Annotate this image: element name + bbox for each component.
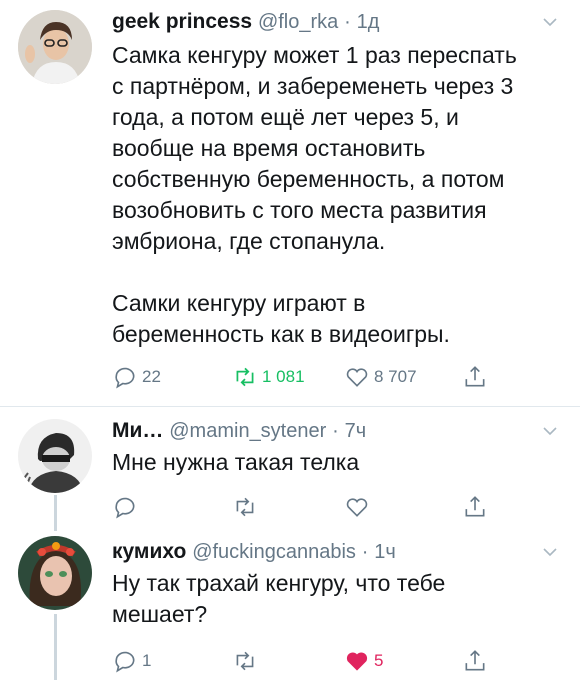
avatar[interactable] bbox=[18, 419, 92, 493]
reply-icon bbox=[115, 651, 135, 673]
tweet-header: кумихо @fuckingcannabis · 1ч bbox=[112, 540, 396, 563]
chevron-down-icon[interactable] bbox=[542, 423, 558, 439]
retweet-button[interactable] bbox=[232, 646, 262, 676]
avatar[interactable] bbox=[18, 536, 92, 610]
reply-button[interactable] bbox=[112, 492, 142, 522]
handle[interactable]: @flo_rka bbox=[258, 11, 338, 33]
avatar-image bbox=[18, 419, 92, 493]
retweet-button[interactable] bbox=[232, 492, 262, 522]
timestamp[interactable]: 1ч bbox=[374, 541, 396, 563]
share-icon bbox=[465, 496, 485, 517]
heart-icon bbox=[346, 368, 368, 387]
display-name[interactable]: Ми… bbox=[112, 419, 163, 442]
heart-icon bbox=[346, 498, 368, 517]
tweet-text: Ну так трахай кенгуру, что тебе мешает? bbox=[112, 570, 446, 627]
tweet-actions: 1 5 bbox=[112, 646, 540, 676]
handle[interactable]: @mamin_sytener bbox=[169, 420, 326, 442]
like-button[interactable] bbox=[344, 492, 374, 522]
reply-icon bbox=[115, 497, 135, 519]
avatar-image bbox=[18, 536, 92, 610]
share-button[interactable] bbox=[462, 362, 492, 392]
tweet-actions bbox=[112, 492, 540, 522]
chevron-down-icon[interactable] bbox=[542, 14, 558, 30]
share-icon bbox=[465, 650, 485, 671]
retweet-icon bbox=[236, 651, 254, 671]
retweet-icon bbox=[236, 497, 254, 517]
tweet-text: Самка кенгуру может 1 раз переспать с па… bbox=[112, 42, 517, 347]
share-button[interactable] bbox=[462, 492, 492, 522]
tweet-actions: 22 1 081 8 707 bbox=[112, 362, 540, 392]
thread-line bbox=[54, 495, 57, 531]
chevron-down-icon[interactable] bbox=[542, 544, 558, 560]
thread-line bbox=[54, 614, 57, 680]
reply-icon bbox=[115, 367, 135, 389]
tweet-header: geek princess @flo_rka · 1д bbox=[112, 10, 380, 33]
retweet-icon bbox=[236, 367, 254, 387]
retweet-count: 1 081 bbox=[262, 367, 305, 386]
tweet-2[interactable]: Ми… @mamin_sytener · 7ч Мне нужна такая … bbox=[0, 407, 580, 531]
share-icon bbox=[465, 366, 485, 387]
tweet-3[interactable]: кумихо @fuckingcannabis · 1ч Ну так трах… bbox=[0, 530, 580, 680]
share-button[interactable] bbox=[462, 646, 492, 676]
timestamp[interactable]: 1д bbox=[357, 11, 380, 33]
retweet-button[interactable]: 1 081 bbox=[232, 362, 305, 392]
like-count: 8 707 bbox=[374, 367, 417, 386]
reply-button[interactable]: 1 bbox=[112, 646, 151, 676]
handle[interactable]: @fuckingcannabis bbox=[192, 541, 356, 563]
timestamp[interactable]: 7ч bbox=[345, 420, 367, 442]
heart-filled-icon bbox=[346, 652, 368, 671]
tweet-1[interactable]: geek princess @flo_rka · 1д Самка кенгур… bbox=[0, 0, 580, 410]
reply-button[interactable]: 22 bbox=[112, 362, 161, 392]
like-count: 5 bbox=[374, 651, 384, 670]
like-button[interactable]: 8 707 bbox=[344, 362, 417, 392]
avatar-image bbox=[18, 10, 92, 84]
display-name[interactable]: geek princess bbox=[112, 10, 252, 33]
reply-count: 1 bbox=[142, 651, 152, 670]
like-button[interactable]: 5 bbox=[344, 646, 383, 676]
tweet-header: Ми… @mamin_sytener · 7ч bbox=[112, 419, 367, 442]
reply-count: 22 bbox=[142, 367, 161, 386]
avatar[interactable] bbox=[18, 10, 92, 84]
tweet-text: Мне нужна такая телка bbox=[112, 449, 360, 475]
display-name[interactable]: кумихо bbox=[112, 540, 186, 563]
